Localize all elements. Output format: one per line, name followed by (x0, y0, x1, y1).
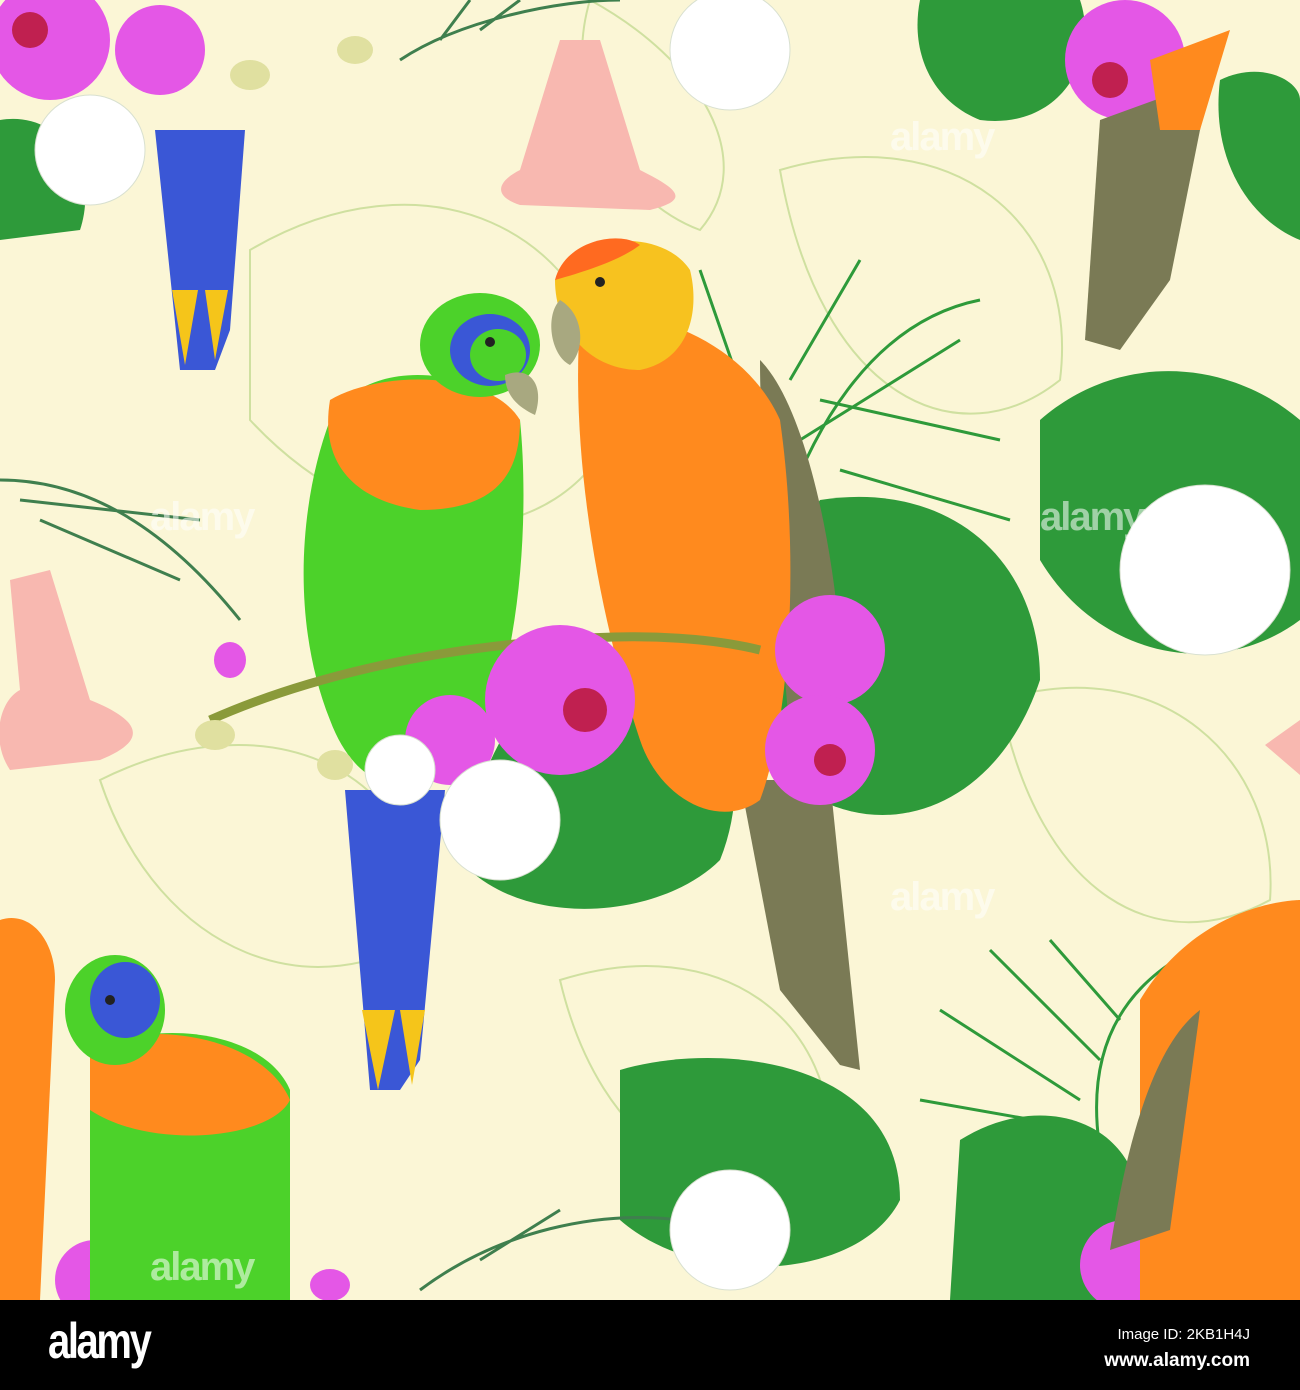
white-flower-cluster (1119, 484, 1291, 656)
image-id: Image ID: 2KB1H4J (1117, 1326, 1250, 1343)
watermark: alamy (1040, 495, 1145, 539)
orchid-bud (337, 36, 373, 64)
orchid (115, 5, 205, 95)
footer-bar: alamy Image ID: 2KB1H4J www.alamy.com (0, 1300, 1300, 1390)
site-url: www.alamy.com (1104, 1350, 1250, 1371)
watermark: alamy (890, 875, 995, 919)
white-flower-cluster (364, 734, 436, 806)
parrot-eye (595, 277, 605, 287)
orchid (485, 625, 635, 775)
white-flower-cluster (34, 94, 146, 206)
watermark: alamy (150, 495, 255, 539)
orchid-bud (214, 642, 246, 678)
white-flower-cluster (669, 0, 791, 111)
orchid (765, 695, 875, 805)
orchid-bud (195, 720, 235, 750)
orchid (775, 595, 885, 705)
illustration (0, 0, 1300, 1300)
white-flower-cluster (439, 759, 561, 881)
parrot-eye (485, 337, 495, 347)
white-flower-cluster (669, 1169, 791, 1291)
alamy-logo: alamy (48, 1313, 152, 1369)
stock-image: alamy alamy alamy alamy alamy alamy Imag… (0, 0, 1300, 1390)
watermark: alamy (150, 1245, 255, 1289)
orchid-bud (317, 750, 353, 780)
watermark: alamy (890, 115, 995, 159)
orchid-bud (310, 1269, 350, 1300)
orchid-bud (230, 60, 270, 90)
